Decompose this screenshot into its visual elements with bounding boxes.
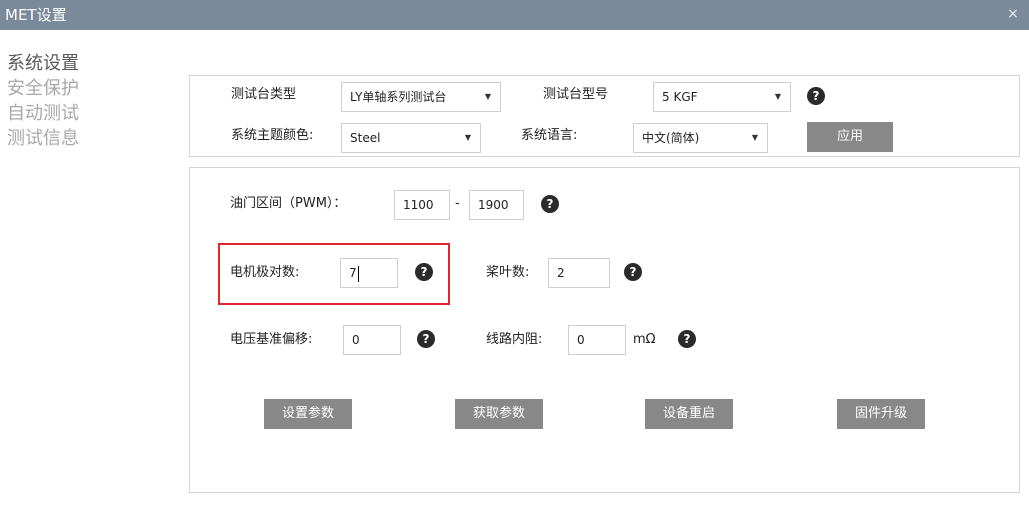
title-bar: MET设置 × [0,0,1029,30]
line-resistance-label: 线路内阻: [486,332,543,347]
bench-type-select[interactable]: LY单轴系列测试台 ▼ [341,82,501,112]
theme-color-label: 系统主题颜色: [231,128,314,143]
language-select[interactable]: 中文(简体) ▼ [633,123,768,153]
pole-pairs-input[interactable]: 7 [340,258,398,288]
motor-settings-panel: 油门区间（PWM）： 1100 - 1900 ? 电机极对数: 7 ? 桨叶数:… [189,167,1020,493]
line-resistance-unit: mΩ [633,332,656,347]
bench-model-label: 测试台型号 [543,87,609,102]
sidebar-item-safety-protection[interactable]: 安全保护 [7,77,79,101]
sidebar-item-auto-test[interactable]: 自动测试 [7,102,79,126]
theme-color-select[interactable]: Steel ▼ [341,123,481,153]
apply-button[interactable]: 应用 [807,122,893,152]
set-params-button[interactable]: 设置参数 [264,399,352,429]
pole-pairs-label: 电机极对数: [230,265,300,280]
bench-type-label: 测试台类型 [231,87,297,102]
help-icon[interactable]: ? [678,330,696,348]
chevron-down-icon: ▼ [751,133,758,142]
sidebar-item-test-info[interactable]: 测试信息 [7,127,79,151]
reboot-device-button[interactable]: 设备重启 [645,399,733,429]
bench-settings-panel: 测试台类型 LY单轴系列测试台 ▼ 测试台型号 5 KGF ▼ ? 系统主题颜色… [189,75,1020,157]
sidebar-item-system-settings[interactable]: 系统设置 [7,52,79,76]
help-icon[interactable]: ? [624,263,642,281]
chevron-down-icon: ▼ [484,92,491,101]
blade-count-input[interactable]: 2 [548,258,610,288]
throttle-range-separator: - [455,196,460,211]
pole-pairs-value: 7 [349,266,357,280]
theme-color-value: Steel [350,131,381,145]
get-params-button[interactable]: 获取参数 [455,399,543,429]
bench-model-value: 5 KGF [662,90,698,104]
window-title: MET设置 [5,6,67,24]
help-icon[interactable]: ? [417,330,435,348]
help-icon[interactable]: ? [807,87,825,105]
help-icon[interactable]: ? [415,263,433,281]
firmware-upgrade-button[interactable]: 固件升级 [837,399,925,429]
bench-type-value: LY单轴系列测试台 [350,90,447,104]
throttle-min-input[interactable]: 1100 [394,190,450,220]
chevron-down-icon: ▼ [464,133,471,142]
chevron-down-icon: ▼ [774,92,781,101]
throttle-range-label: 油门区间（PWM）： [230,196,347,211]
throttle-max-input[interactable]: 1900 [469,190,524,220]
voltage-offset-label: 电压基准偏移: [230,332,313,347]
bench-model-select[interactable]: 5 KGF ▼ [653,82,791,112]
language-label: 系统语言: [521,128,578,143]
close-icon[interactable]: × [1003,3,1023,25]
voltage-offset-input[interactable]: 0 [343,325,401,355]
language-value: 中文(简体) [642,131,700,145]
text-cursor [357,265,359,282]
help-icon[interactable]: ? [541,195,559,213]
line-resistance-input[interactable]: 0 [568,325,626,355]
blade-count-label: 桨叶数: [486,265,530,280]
